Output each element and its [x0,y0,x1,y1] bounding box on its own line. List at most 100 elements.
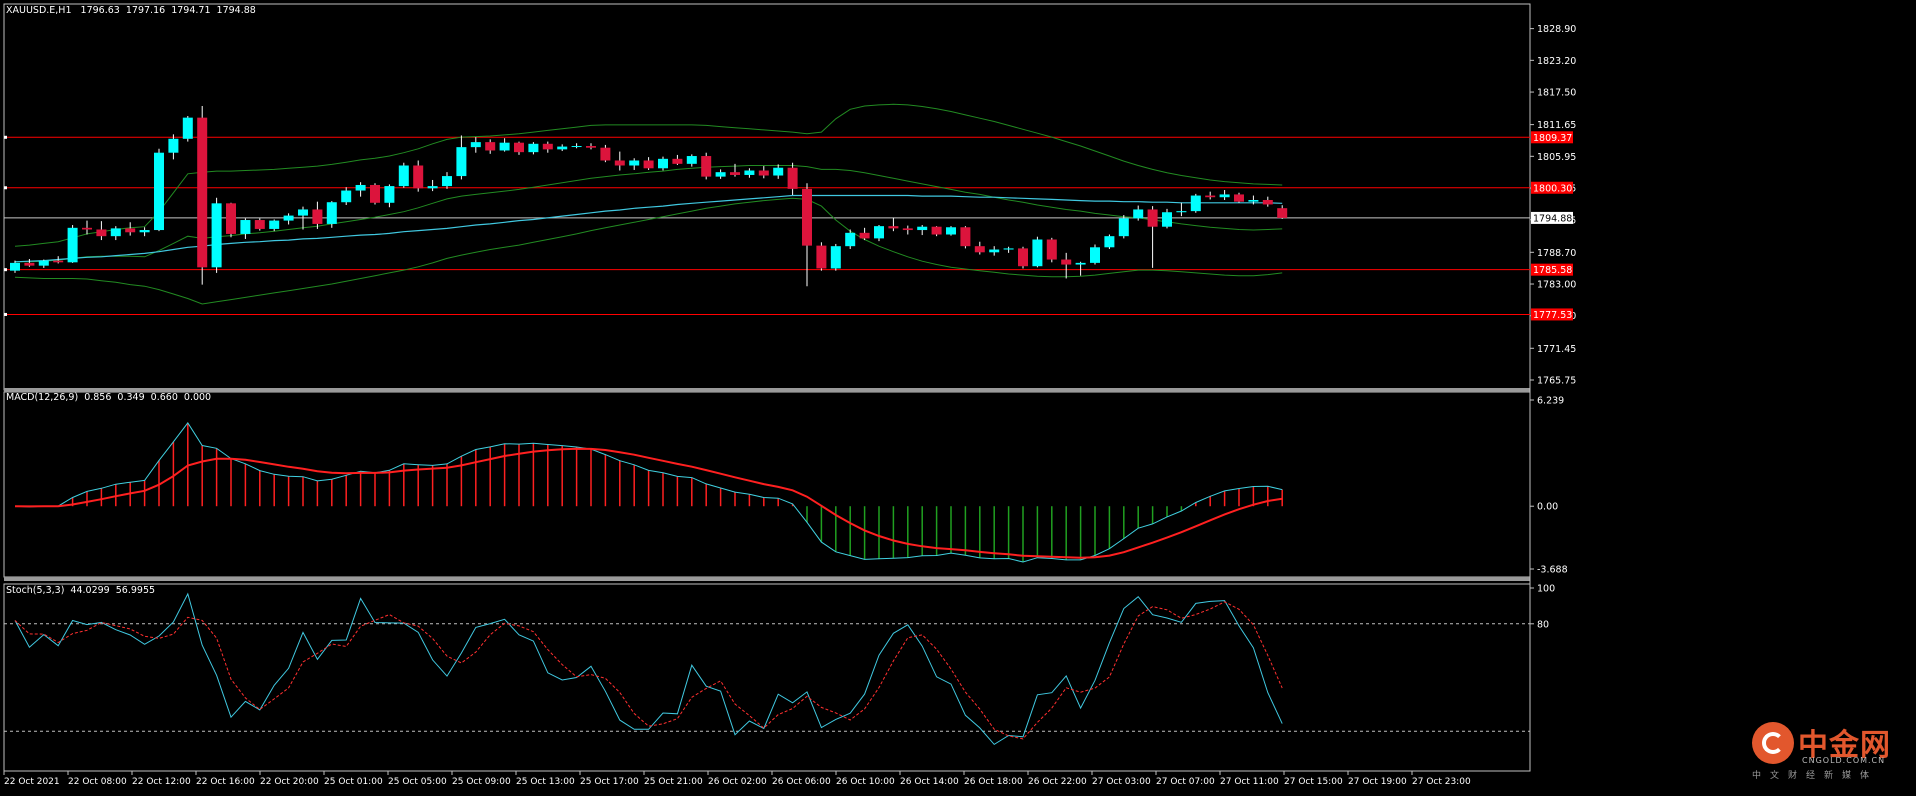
macd-pane-title: MACD(12,26,9) 0.856 0.349 0.660 0.000 [6,392,212,403]
bull-candle [240,220,251,234]
bull-candle [658,158,668,169]
current-price-label: 1794.88 [1533,213,1572,224]
time-tick-label: 27 Oct 07:00 [1156,777,1215,787]
bear-candle [672,158,683,164]
bear-candle [888,226,899,229]
level-anchor [4,135,7,139]
bull-candle [326,202,337,224]
bear-candle [1018,248,1028,267]
bear-candle [197,117,208,268]
price-tick-label: 1817.50 [1537,88,1576,99]
macd-tick-label: -3.688 [1537,565,1568,576]
level-anchor [4,186,7,190]
price-tick-label: 1823.20 [1537,56,1576,67]
bull-candle [1090,247,1100,263]
time-tick-label: 22 Oct 12:00 [132,777,191,787]
chart-canvas[interactable]: 1828.90 1823.20 1817.50 1811.65 1805.95 1800.… [0,0,1916,792]
bull-candle [571,146,582,148]
bear-candle [254,220,265,229]
level-price-label: 1809.37 [1533,133,1572,144]
time-tick-label: 26 Oct 02:00 [708,777,767,787]
bear-candle [859,232,870,239]
bear-candle [974,246,985,253]
bull-candle [283,215,294,221]
bear-candle [226,203,236,234]
stoch-tick-label: 80 [1537,619,1549,630]
bull-candle [139,230,150,233]
pane-separator [4,577,1530,581]
price-tick-label: 1788.70 [1537,248,1576,259]
bull-candle [629,160,640,166]
bear-candle [542,143,553,150]
bull-candle [211,203,222,268]
bear-candle [758,170,769,176]
price-tick-label: 1783.00 [1537,280,1576,291]
bear-candle [1147,209,1158,227]
bull-candle [456,147,467,177]
bull-candle [946,227,956,235]
bear-candle [514,142,524,153]
bear-candle [802,188,812,246]
time-tick-label: 22 Oct 20:00 [260,777,319,787]
trading-chart[interactable]: 1828.90 1823.20 1817.50 1811.65 1805.95 1800.… [0,0,1916,792]
level-anchor [4,268,7,272]
bear-candle [701,156,712,177]
bull-candle [398,165,409,187]
watermark-tagline: 中文财经新媒体 [1752,771,1879,781]
bull-candle [67,227,78,263]
pane-separator [4,388,1530,392]
stoch-tick-label: 100 [1537,584,1555,595]
bear-candle [960,227,971,247]
time-tick-label: 27 Oct 15:00 [1284,777,1343,787]
bull-candle [341,190,352,203]
time-tick-label: 26 Oct 06:00 [772,777,831,787]
time-tick-label: 22 Oct 08:00 [68,777,127,787]
bull-candle [989,249,1000,253]
bear-candle [82,227,92,230]
level-price-label: 1777.53 [1533,310,1572,321]
time-tick-label: 26 Oct 18:00 [964,777,1023,787]
bull-candle [1075,262,1086,265]
time-tick-label: 26 Oct 14:00 [900,777,959,787]
bull-candle [110,228,121,237]
price-tick-label: 1828.90 [1537,24,1576,35]
macd-tick-label: 0.00 [1537,502,1558,513]
bull-candle [830,246,841,269]
time-tick-label: 25 Oct 13:00 [516,777,575,787]
bull-candle [427,186,438,189]
bull-candle [528,143,539,153]
bull-candle [1162,212,1172,227]
bear-candle [931,226,942,235]
bull-candle [10,262,20,271]
bear-candle [53,260,64,263]
time-tick-label: 26 Oct 22:00 [1028,777,1087,787]
bull-candle [686,156,697,164]
bear-candle [816,245,827,269]
bear-candle [485,142,496,151]
bear-candle [1234,194,1244,202]
bull-candle [1133,209,1144,219]
time-tick-label: 25 Oct 21:00 [644,777,703,787]
bull-candle [355,184,366,191]
bull-candle [1003,248,1014,250]
watermark-url: CNGOLD.COM.CN [1802,756,1886,765]
time-tick-label: 27 Oct 11:00 [1220,777,1279,787]
level-price-label: 1800.30 [1533,183,1572,194]
time-tick-label: 27 Oct 23:00 [1412,777,1471,787]
time-tick-label: 27 Oct 19:00 [1348,777,1407,787]
bear-candle [125,228,136,233]
bear-candle [1205,195,1216,198]
bear-candle [614,160,625,166]
bull-candle [917,226,928,231]
bull-candle [384,186,395,203]
cngold-watermark: 中金网 CNGOLD.COM.CN 中文财经新媒体 [1752,718,1902,781]
price-tick-label: 1811.65 [1537,120,1576,131]
bull-candle [845,232,856,247]
bear-candle [902,228,913,231]
bear-candle [413,165,424,189]
bull-candle [1219,194,1230,198]
bear-candle [312,209,323,224]
bear-candle [1277,208,1288,218]
stoch-pane-title: Stoch(5,3,3) 44.0299 56.9955 [6,585,156,596]
bull-candle [182,117,193,139]
